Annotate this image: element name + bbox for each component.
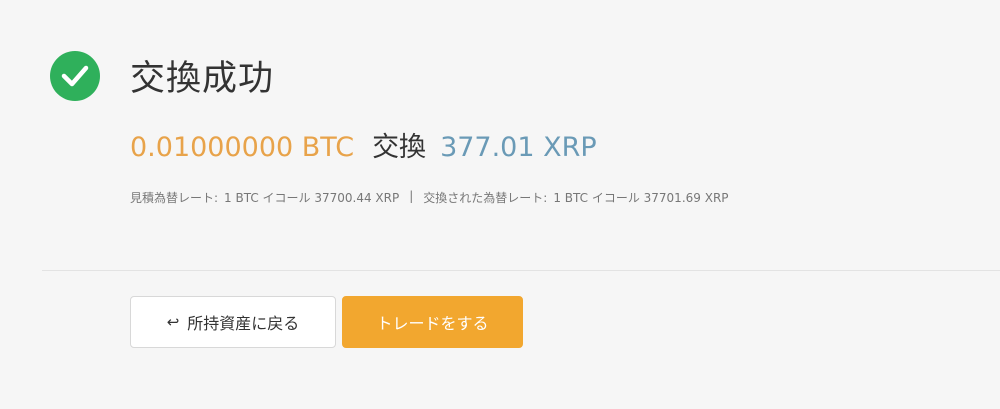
trade-button[interactable]: トレードをする <box>342 296 523 348</box>
exchange-word: 交換 <box>372 132 427 163</box>
actual-rate-label: 交換された為替レート: <box>423 191 548 205</box>
checkmark-glyph <box>61 65 89 86</box>
exchange-summary: 0.01000000 BTC 交換 377.01 XRP <box>130 125 597 164</box>
divider <box>42 270 1000 271</box>
rate-info: 見積為替レート: 1 BTC イコール 37700.44 XRP | 交換された… <box>130 189 729 206</box>
rate-separator: | <box>409 189 414 203</box>
to-amount: 377.01 XRP <box>440 132 597 163</box>
back-button-label: 所持資産に戻る <box>187 314 300 333</box>
estimated-rate-value: 1 BTC イコール 37700.44 XRP <box>224 191 400 205</box>
actual-rate-value: 1 BTC イコール 37701.69 XRP <box>553 191 729 205</box>
from-amount: 0.01000000 BTC <box>130 132 355 163</box>
check-circle-icon <box>50 50 100 101</box>
success-header: 交換成功 <box>50 50 274 101</box>
exchange-success-panel: 交換成功 0.01000000 BTC 交換 377.01 XRP 見積為替レー… <box>0 0 1000 409</box>
estimated-rate-label: 見積為替レート: <box>130 191 219 205</box>
trade-button-label: トレードをする <box>376 314 489 333</box>
page-title: 交換成功 <box>130 59 275 99</box>
back-to-assets-button[interactable]: ↩ 所持資産に戻る <box>130 296 336 348</box>
return-arrow-icon: ↩ <box>166 313 180 331</box>
